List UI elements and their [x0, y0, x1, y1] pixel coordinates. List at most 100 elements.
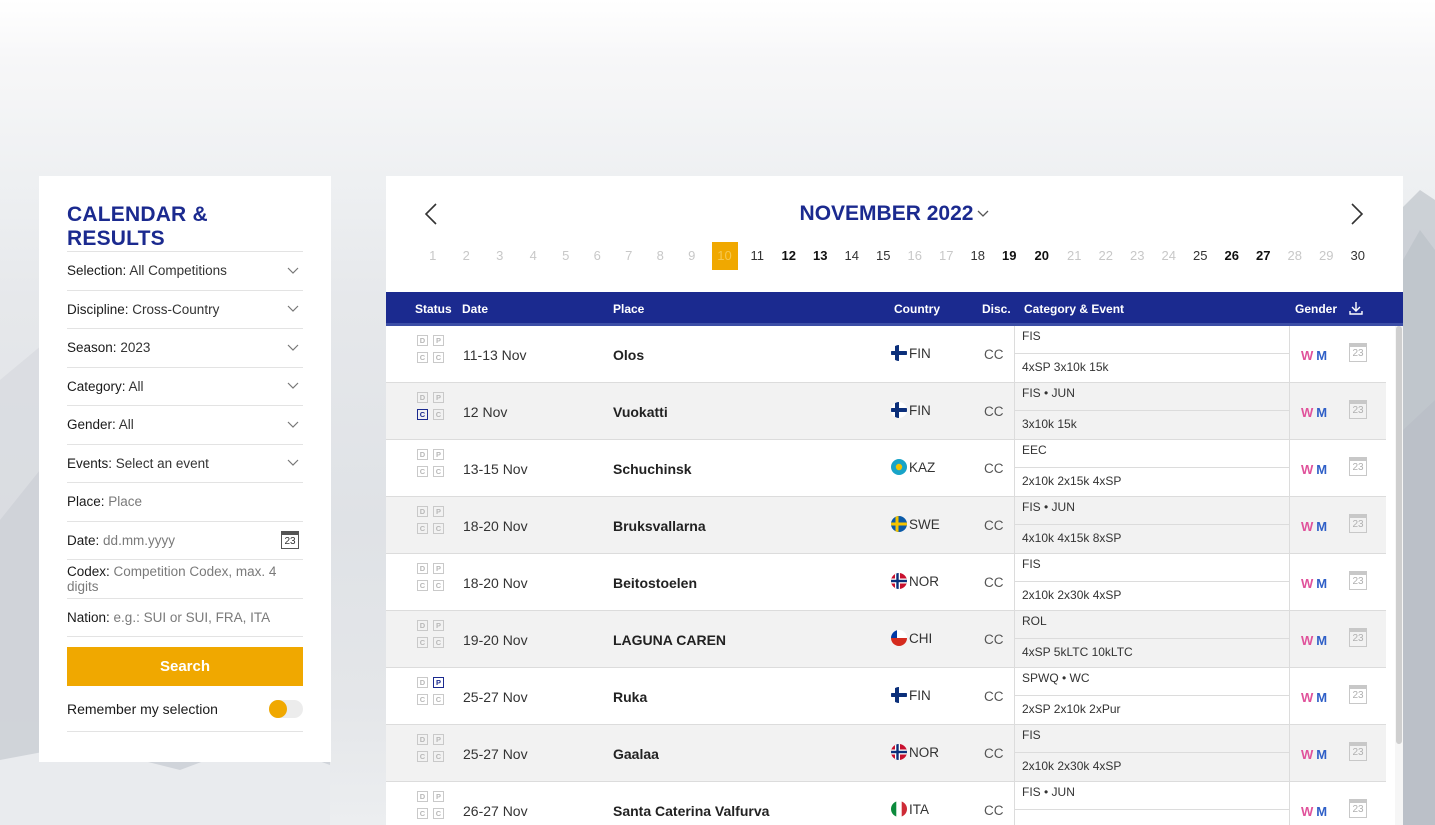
table-row[interactable]: D P C C 12 Nov Vuokatti FIN CC FIS • JUN 3x10k 15… [386, 383, 1386, 440]
day-5[interactable]: 5 [550, 242, 582, 270]
event-list[interactable]: 4x10k 4x15k 8xSP [1015, 525, 1289, 552]
event-place[interactable]: Bruksvallarna [613, 518, 706, 534]
event-category[interactable]: ROL [1015, 611, 1289, 639]
filter-nation[interactable]: Nation: e.g.: SUI or SUI, FRA, ITA [67, 599, 303, 637]
event-place[interactable]: Gaalaa [613, 746, 659, 762]
event-list[interactable]: 4xSP 5kLTC 10kLTC [1015, 639, 1289, 666]
status-p-icon[interactable]: P [433, 734, 444, 745]
day-21[interactable]: 21 [1059, 242, 1091, 270]
event-category[interactable]: EEC [1015, 440, 1289, 468]
table-row[interactable]: D P C C 19-20 Nov LAGUNA CAREN CHI CC ROL 4xSP 5k… [386, 611, 1386, 668]
remember-selection-toggle[interactable] [269, 699, 303, 718]
event-place[interactable]: Ruka [613, 689, 647, 705]
event-list[interactable]: 2x10k 2x15k 4xSP [1015, 468, 1289, 495]
day-3[interactable]: 3 [483, 242, 517, 270]
filter-season[interactable]: Season: 2023 [67, 329, 303, 368]
day-9[interactable]: 9 [676, 242, 708, 270]
event-category[interactable]: FIS • JUN [1015, 782, 1289, 810]
table-row[interactable]: D P C C 25-27 Nov Gaalaa NOR CC FIS 2x10k 2x30k 4… [386, 725, 1386, 782]
filter-discipline[interactable]: Discipline: Cross-Country [67, 291, 303, 329]
day-2[interactable]: 2 [450, 242, 484, 270]
day-14[interactable]: 14 [836, 242, 868, 270]
day-23[interactable]: 23 [1122, 242, 1154, 270]
filter-category[interactable]: Category: All [67, 368, 303, 406]
status-p-icon[interactable]: P [433, 392, 444, 403]
calendar-icon[interactable]: 23 [1349, 628, 1367, 647]
calendar-icon[interactable]: 23 [1349, 457, 1367, 476]
calendar-icon[interactable]: 23 [281, 531, 299, 550]
gender-women[interactable]: W [1301, 576, 1313, 591]
table-row[interactable]: D P C C 26-27 Nov Santa Caterina Valfurva ITA C… [386, 782, 1386, 825]
status-p-icon[interactable]: P [433, 791, 444, 802]
day-12[interactable]: 12 [773, 242, 805, 270]
status-c-icon[interactable]: C [417, 808, 428, 819]
status-c-icon[interactable]: C [417, 637, 428, 648]
gender-women[interactable]: W [1301, 348, 1313, 363]
gender-women[interactable]: W [1301, 405, 1313, 420]
calendar-icon[interactable]: 23 [1349, 685, 1367, 704]
month-selector[interactable]: NOVEMBER 2022 [386, 202, 1403, 226]
calendar-icon[interactable]: 23 [1349, 514, 1367, 533]
filter-events[interactable]: Events: Select an event [67, 445, 303, 483]
event-list[interactable]: 2xSP 2x10k 2xPur [1015, 696, 1289, 723]
status-c-icon[interactable]: C [417, 352, 428, 363]
table-row[interactable]: D P C C 11-13 Nov Olos FIN CC FIS 4xSP 3x10k 15k W… [386, 326, 1386, 383]
status-c-icon[interactable]: C [417, 523, 428, 534]
filter-selection[interactable]: Selection: All Competitions [67, 252, 303, 291]
event-category[interactable]: FIS [1015, 554, 1289, 582]
day-11[interactable]: 11 [742, 242, 774, 270]
day-27[interactable]: 27 [1248, 242, 1280, 270]
day-6[interactable]: 6 [582, 242, 614, 270]
calendar-icon[interactable]: 23 [1349, 742, 1367, 761]
calendar-icon[interactable]: 23 [1349, 571, 1367, 590]
day-26[interactable]: 26 [1216, 242, 1248, 270]
scrollbar-thumb[interactable] [1396, 326, 1402, 744]
status-p-icon[interactable]: P [433, 449, 444, 460]
event-list[interactable]: 3x10k 15k [1015, 411, 1289, 438]
event-place[interactable]: LAGUNA CAREN [613, 632, 726, 648]
gender-women[interactable]: W [1301, 804, 1313, 819]
filter-codex[interactable]: Codex: Competition Codex, max. 4 digits [67, 560, 303, 599]
status-p-icon[interactable]: P [433, 620, 444, 631]
download-icon[interactable] [1349, 301, 1363, 315]
calendar-icon[interactable]: 23 [1349, 400, 1367, 419]
table-scrollbar[interactable] [1395, 326, 1403, 825]
event-list[interactable]: 2x10k 2x30k 4xSP [1015, 753, 1289, 780]
day-16[interactable]: 16 [899, 242, 931, 270]
calendar-icon[interactable]: 23 [1349, 343, 1367, 362]
event-category[interactable]: FIS [1015, 326, 1289, 354]
status-c-icon[interactable]: C [417, 409, 428, 420]
status-c-icon[interactable]: C [417, 466, 428, 477]
day-1[interactable]: 1 [416, 242, 450, 270]
calendar-icon[interactable]: 23 [1349, 799, 1367, 818]
day-19[interactable]: 19 [994, 242, 1026, 270]
table-row[interactable]: D P C C 25-27 Nov Ruka FIN CC SPWQ • WC 2xSP 2x10… [386, 668, 1386, 725]
search-button[interactable]: Search [67, 647, 303, 686]
event-category[interactable]: FIS • JUN [1015, 383, 1289, 411]
day-7[interactable]: 7 [613, 242, 645, 270]
day-4[interactable]: 4 [517, 242, 551, 270]
event-category[interactable]: SPWQ • WC [1015, 668, 1289, 696]
gender-men[interactable]: M [1316, 747, 1327, 762]
gender-men[interactable]: M [1316, 633, 1327, 648]
day-25[interactable]: 25 [1185, 242, 1217, 270]
day-13[interactable]: 13 [805, 242, 837, 270]
gender-men[interactable]: M [1316, 462, 1327, 477]
status-c-icon[interactable]: C [417, 751, 428, 762]
day-22[interactable]: 22 [1090, 242, 1122, 270]
event-place[interactable]: Vuokatti [613, 404, 668, 420]
event-category[interactable]: FIS • JUN [1015, 497, 1289, 525]
event-place[interactable]: Santa Caterina Valfurva [613, 803, 769, 819]
status-c-icon[interactable]: C [417, 694, 428, 705]
gender-women[interactable]: W [1301, 747, 1313, 762]
day-30[interactable]: 30 [1342, 242, 1374, 270]
table-row[interactable]: D P C C 18-20 Nov Beitostoelen NOR CC FIS 2x10k 2… [386, 554, 1386, 611]
event-place[interactable]: Olos [613, 347, 644, 363]
gender-women[interactable]: W [1301, 690, 1313, 705]
event-list[interactable] [1015, 810, 1289, 825]
day-8[interactable]: 8 [645, 242, 677, 270]
status-c-icon[interactable]: C [417, 580, 428, 591]
chevron-right-icon[interactable] [1350, 202, 1364, 226]
day-24[interactable]: 24 [1153, 242, 1185, 270]
table-row[interactable]: D P C C 18-20 Nov Bruksvallarna SWE CC FIS • JUN… [386, 497, 1386, 554]
